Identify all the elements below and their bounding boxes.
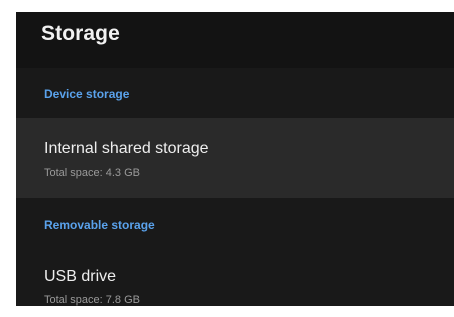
storage-settings-panel: Storage Device storage Internal shared s… — [16, 12, 454, 306]
header-bar: Storage — [16, 12, 454, 68]
list-item-usb-drive[interactable]: USB drive Total space: 7.8 GB — [16, 248, 454, 306]
item-title: Internal shared storage — [44, 140, 209, 157]
section-header-removable-storage: Removable storage — [44, 218, 155, 232]
item-subtitle: Total space: 7.8 GB — [44, 294, 140, 306]
item-subtitle: Total space: 4.3 GB — [44, 167, 140, 179]
list-item-internal-shared-storage[interactable]: Internal shared storage Total space: 4.3… — [16, 118, 454, 198]
page-title: Storage — [41, 22, 120, 45]
section-header-device-storage: Device storage — [44, 87, 130, 101]
item-title: USB drive — [44, 268, 117, 285]
